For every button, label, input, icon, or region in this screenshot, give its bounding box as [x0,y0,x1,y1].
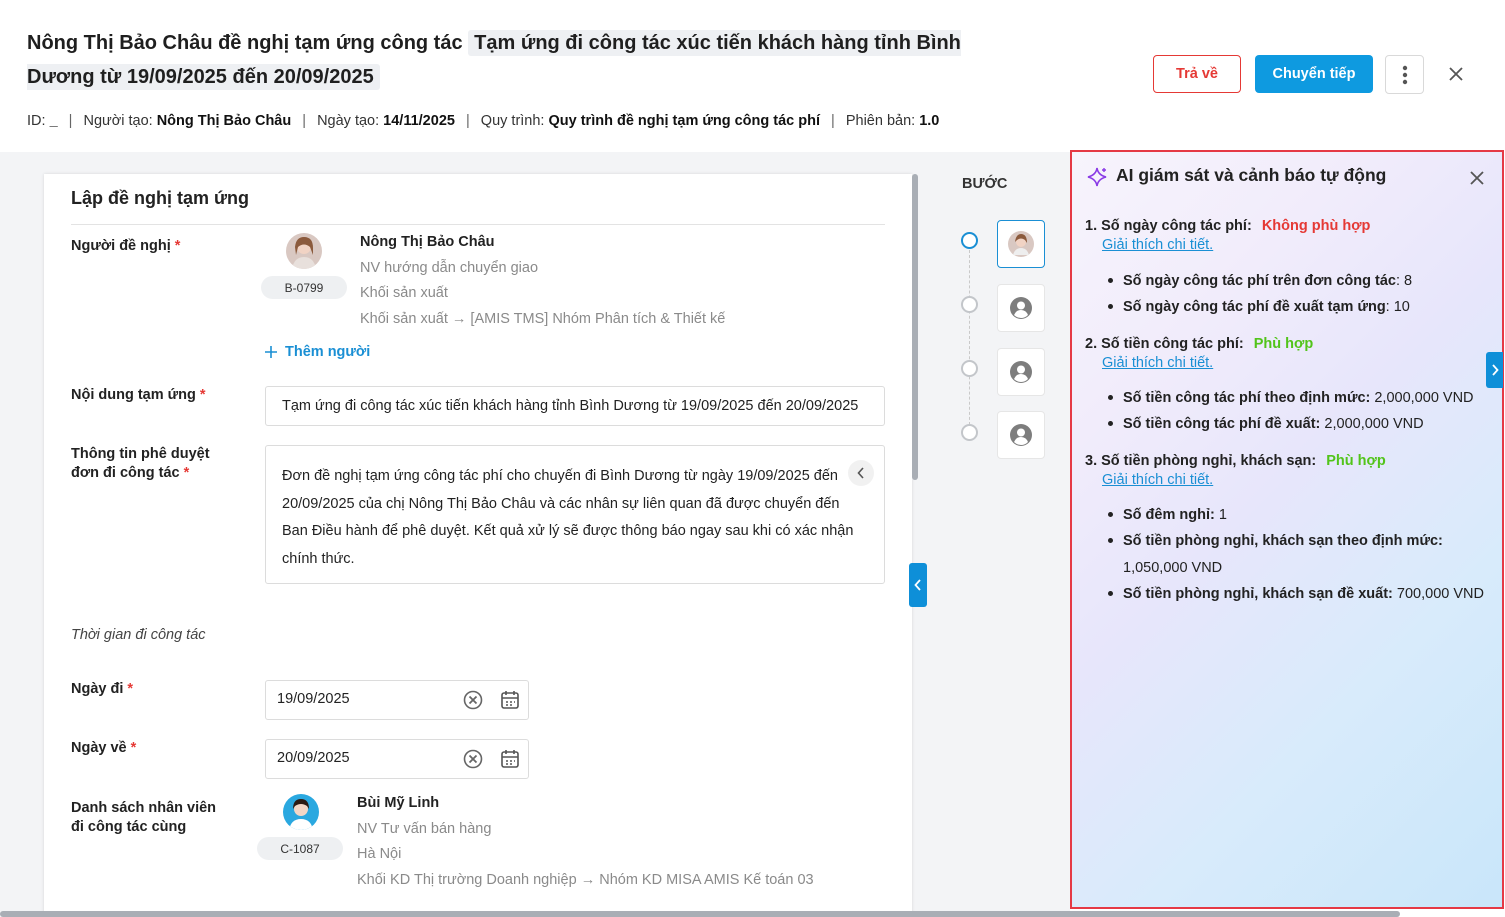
requester-position: NV hướng dẫn chuyển giao [360,260,539,276]
step-card-1[interactable] [997,220,1045,268]
requester-avatar [286,233,322,269]
requester-path: Khối sản xuất → [AMIS TMS] Nhóm Phân tíc… [360,311,726,327]
ai-item-1-detail-link[interactable]: Giải thích chi tiết. [1102,237,1213,253]
requester-label: Người đề nghị * [71,238,181,254]
requester-code-badge: B-0799 [261,276,347,299]
ai-item-1-bullet-2: Số ngày công tác phí đề xuất tạm ứng: 10 [1108,294,1410,320]
page-title: Nông Thị Bảo Châu đề nghị tạm ứng công t… [27,26,987,94]
created-date-label: Ngày tạo: [317,113,380,129]
departure-label: Ngày đi * [71,681,134,697]
meta-info: ID: _ | Người tạo: Nông Thị Bảo Châu | N… [27,113,940,129]
process-label: Quy trình: [480,113,545,129]
calendar-icon[interactable] [499,689,521,711]
created-date-value: 14/11/2025 [383,113,455,129]
step-dot-1[interactable] [961,232,978,249]
steps-label: BƯỚC [962,176,1008,192]
ai-item-2-status: Phù hợp [1253,336,1314,352]
sparkle-icon [1087,167,1107,187]
companion-location: Hà Nội [357,846,402,862]
ai-item-3-head: 3. Số tiền phòng nghỉ, khách sạn: Phù hợ… [1085,453,1386,469]
return-button[interactable]: Trả về [1153,55,1241,93]
ai-monitoring-panel: AI giám sát và cảnh báo tự động 1. Số ng… [1070,150,1504,909]
add-person-label: Thêm người [285,344,371,360]
requester-name: Nông Thị Bảo Châu [360,234,495,250]
ai-item-3-detail-link[interactable]: Giải thích chi tiết. [1102,472,1213,488]
companion-name: Bùi Mỹ Linh [357,795,440,811]
creator-value: Nông Thị Bảo Châu [156,113,292,129]
creator-label: Người tạo: [83,113,153,129]
companion-position: NV Tư vấn bán hàng [357,821,492,837]
section-divider [71,224,885,225]
version-value: 1.0 [919,113,940,129]
step-card-4[interactable] [997,411,1045,459]
horizontal-scrollbar[interactable] [0,911,1400,917]
process-value: Quy trình đề nghị tạm ứng công tác phí [548,113,821,129]
user-placeholder-icon [1010,361,1032,383]
vertical-scrollbar[interactable] [912,174,918,480]
ai-item-2-detail-link[interactable]: Giải thích chi tiết. [1102,355,1213,371]
ai-item-2-head: 2. Số tiền công tác phí: Phù hợp [1085,336,1314,352]
return-date-input[interactable]: 20/09/2025 [265,739,529,779]
return-date-value: 20/09/2025 [277,750,350,766]
title-prefix: Nông Thị Bảo Châu đề nghị tạm ứng công t… [27,32,463,54]
approval-info-textarea[interactable]: Đơn đề nghị tạm ứng công tác phí cho chu… [265,445,885,584]
departure-date-value: 19/09/2025 [277,691,350,707]
companion-avatar [283,794,319,830]
ai-item-1-status: Không phù hợp [1261,218,1371,234]
advance-content-input[interactable]: Tạm ứng đi công tác xúc tiến khách hàng … [265,386,885,426]
return-date-label: Ngày về * [71,740,137,756]
version-label: Phiên bản: [845,113,916,129]
ai-item-2-bullet-1: Số tiền công tác phí theo định mức: 2,00… [1108,385,1474,411]
ai-item-3-bullet-2-cont: 1,050,000 VND [1123,560,1223,576]
steps-connector [969,250,970,430]
collapse-steps-button[interactable] [909,563,927,607]
close-icon [1449,67,1463,81]
requester-unit: Khối sản xuất [360,285,448,301]
clear-icon[interactable] [463,690,483,710]
approval-info-text: Đơn đề nghị tạm ứng công tác phí cho chu… [282,468,854,567]
user-placeholder-icon [1010,297,1032,319]
ai-item-1-head: 1. Số ngày công tác phí: Không phù hợp [1085,218,1371,234]
add-person-button[interactable]: Thêm người [265,344,370,360]
ai-item-3-bullet-2: Số tiền phòng nghỉ, khách sạn theo định … [1108,528,1443,554]
user-avatar-icon [1008,231,1034,257]
companion-path: Khối KD Thị trường Doanh nghiệp → Nhóm K… [357,872,814,888]
chevron-right-icon [1491,364,1499,376]
calendar-icon[interactable] [499,748,521,770]
ai-item-3-bullet-1: Số đêm nghỉ: 1 [1108,502,1227,528]
ai-item-3-status: Phù hợp [1326,453,1386,469]
section-title: Lập đề nghị tạm ứng [71,188,250,208]
trip-time-label: Thời gian đi công tác [71,627,206,643]
companions-label: Danh sách nhân viên đi công tác cùng [71,800,217,835]
step-dot-2[interactable] [961,296,978,313]
step-card-2[interactable] [997,284,1045,332]
more-options-button[interactable] [1385,55,1424,94]
step-card-3[interactable] [997,348,1045,396]
ai-panel-toggle-button[interactable] [1486,352,1503,388]
id-value: _ [49,113,58,129]
collapse-text-button[interactable] [848,460,874,486]
user-placeholder-icon [1010,424,1032,446]
approval-info-label: Thông tin phê duyệt đơn đi công tác * [71,446,210,481]
step-dot-4[interactable] [961,424,978,441]
step-dot-3[interactable] [961,360,978,377]
clear-icon[interactable] [463,749,483,769]
close-button[interactable] [1444,62,1468,86]
chevron-left-icon [857,467,864,479]
companion-code-badge: C-1087 [257,837,343,860]
close-icon[interactable] [1467,168,1487,188]
advance-content-label: Nội dung tạm ứng * [71,387,206,403]
plus-icon [265,346,277,358]
ai-panel-title: AI giám sát và cảnh báo tự động [1116,165,1387,185]
ai-item-3-bullet-3: Số tiền phòng nghỉ, khách sạn đề xuất: 7… [1108,581,1484,607]
id-label: ID: [27,113,46,129]
page-header: Nông Thị Bảo Châu đề nghị tạm ứng công t… [0,0,1505,152]
ai-item-2-bullet-2: Số tiền công tác phí đề xuất: 2,000,000 … [1108,411,1424,437]
departure-date-input[interactable]: 19/09/2025 [265,680,529,720]
forward-button[interactable]: Chuyển tiếp [1255,55,1373,93]
chevron-left-icon [914,579,921,591]
ai-item-1-bullet-1: Số ngày công tác phí trên đơn công tác: … [1107,268,1412,294]
more-vertical-icon [1402,65,1407,84]
